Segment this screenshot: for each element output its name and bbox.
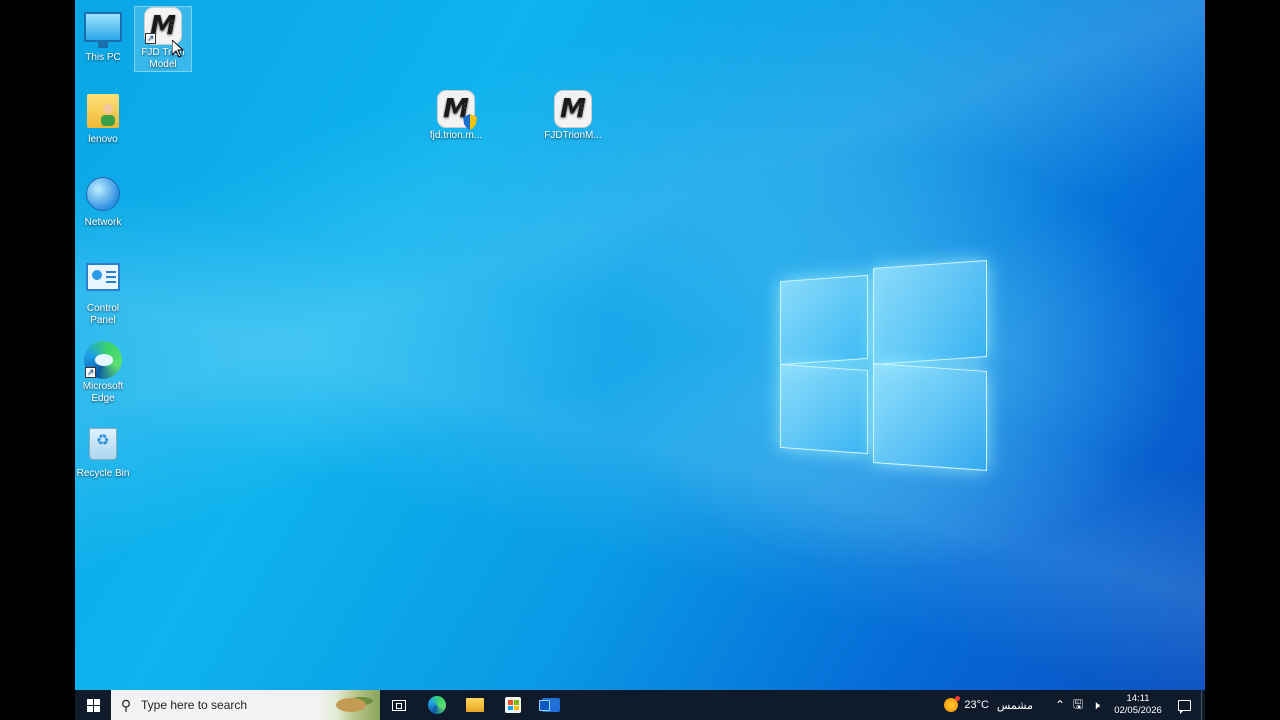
notification-icon <box>1177 699 1191 714</box>
desktop-icon-microsoft-edge[interactable]: ↗ Microsoft Edge <box>75 341 132 405</box>
shortcut-arrow-icon: ↗ <box>145 33 156 44</box>
search-icon: ⚲ <box>120 696 132 713</box>
show-hidden-icons-chevron-up-icon[interactable]: ⌃ <box>1051 698 1069 712</box>
taskbar-clock[interactable]: 14:11 02/05/2026 <box>1109 693 1167 717</box>
desktop-icon-control-panel[interactable]: Control Panel <box>75 258 132 327</box>
system-tray: 23°C مشمس ⌃ 🖫 🕨 14:11 02/05/2026 <box>944 690 1205 720</box>
desktop-icon-label: Network <box>84 217 122 228</box>
taskbar: ⚲ 23°C مشمس ⌃ 🖫 🕨 14:11 02/05/2026 <box>75 690 1205 720</box>
action-center-button[interactable] <box>1167 690 1201 720</box>
desktop-icon-fjd-trion-model[interactable]: M ↗ FJD Trion Model <box>134 6 192 72</box>
desktop-icon-lenovo[interactable]: lenovo <box>75 92 132 146</box>
desktop-screen: This PC M ↗ FJD Trion Model lenovo M fjd… <box>75 0 1205 720</box>
desktop-icon-fjd-installer[interactable]: M fjd.trion.m... <box>427 90 485 142</box>
fjd-trion-app-icon: M <box>554 90 592 128</box>
weather-widget[interactable]: 23°C مشمس <box>944 696 1033 712</box>
desktop-icon-this-pc[interactable]: This PC <box>75 8 132 64</box>
task-view-icon <box>392 699 406 711</box>
search-input[interactable] <box>141 698 311 712</box>
mouse-cursor-icon <box>172 40 184 58</box>
edge-icon: ↗ <box>84 341 122 379</box>
file-explorer-icon <box>466 698 484 712</box>
weather-condition: مشمس <box>996 699 1033 712</box>
desktop-icon-label: FJDTrionM... <box>544 130 602 141</box>
user-folder-icon <box>84 94 122 132</box>
sunny-weather-icon <box>944 696 961 712</box>
letterbox-right <box>1205 0 1280 720</box>
weather-temperature: 23°C <box>964 699 989 711</box>
start-button[interactable] <box>75 690 111 720</box>
outlook-icon <box>539 698 560 712</box>
desktop-icon-label: Microsoft Edge <box>82 381 124 404</box>
taskbar-outlook-button[interactable] <box>532 690 570 720</box>
show-desktop-button[interactable] <box>1201 690 1205 720</box>
taskbar-file-explorer-button[interactable] <box>456 690 494 720</box>
recycle-bin-icon <box>84 428 122 466</box>
uac-shield-icon <box>463 114 477 130</box>
network-icon <box>84 177 122 215</box>
desktop-icon-label: Recycle Bin <box>76 468 130 479</box>
windows-logo-pane <box>873 260 987 365</box>
task-view-button[interactable] <box>380 690 418 720</box>
windows-logo-pane <box>780 363 868 455</box>
clock-time: 14:11 <box>1126 693 1150 704</box>
desktop-icon-label: lenovo <box>88 134 118 145</box>
taskbar-edge-button[interactable] <box>418 690 456 720</box>
network-tray-icon[interactable]: 🖫 <box>1069 695 1087 716</box>
windows-logo-wallpaper <box>775 250 995 475</box>
desktop-icon-fjd-trion-app[interactable]: M FJDTrionM... <box>544 90 602 142</box>
windows-start-icon <box>86 698 100 712</box>
shortcut-arrow-icon: ↗ <box>85 367 96 378</box>
windows-logo-pane <box>780 274 868 366</box>
fjd-installer-icon: M <box>437 90 477 130</box>
desktop-icon-recycle-bin[interactable]: Recycle Bin <box>75 425 132 480</box>
search-highlight-image <box>318 690 380 720</box>
microsoft-store-icon <box>505 697 521 713</box>
volume-muted-icon[interactable]: 🕨 <box>1087 698 1105 713</box>
taskbar-store-button[interactable] <box>494 690 532 720</box>
wallpaper-light-beam <box>75 0 1205 690</box>
desktop-icon-label: This PC <box>85 52 121 63</box>
edge-icon <box>428 696 446 714</box>
clock-date: 02/05/2026 <box>1114 705 1162 716</box>
letterbox-left <box>0 0 75 720</box>
windows-logo-pane <box>873 363 987 471</box>
taskbar-search-box[interactable]: ⚲ <box>111 690 380 720</box>
desktop-icon-label: Control Panel <box>86 303 120 326</box>
desktop-icon-network[interactable]: Network <box>75 175 132 229</box>
control-panel-icon <box>84 263 122 301</box>
this-pc-icon <box>84 12 122 50</box>
desktop-icon-label: fjd.trion.m... <box>429 130 483 141</box>
